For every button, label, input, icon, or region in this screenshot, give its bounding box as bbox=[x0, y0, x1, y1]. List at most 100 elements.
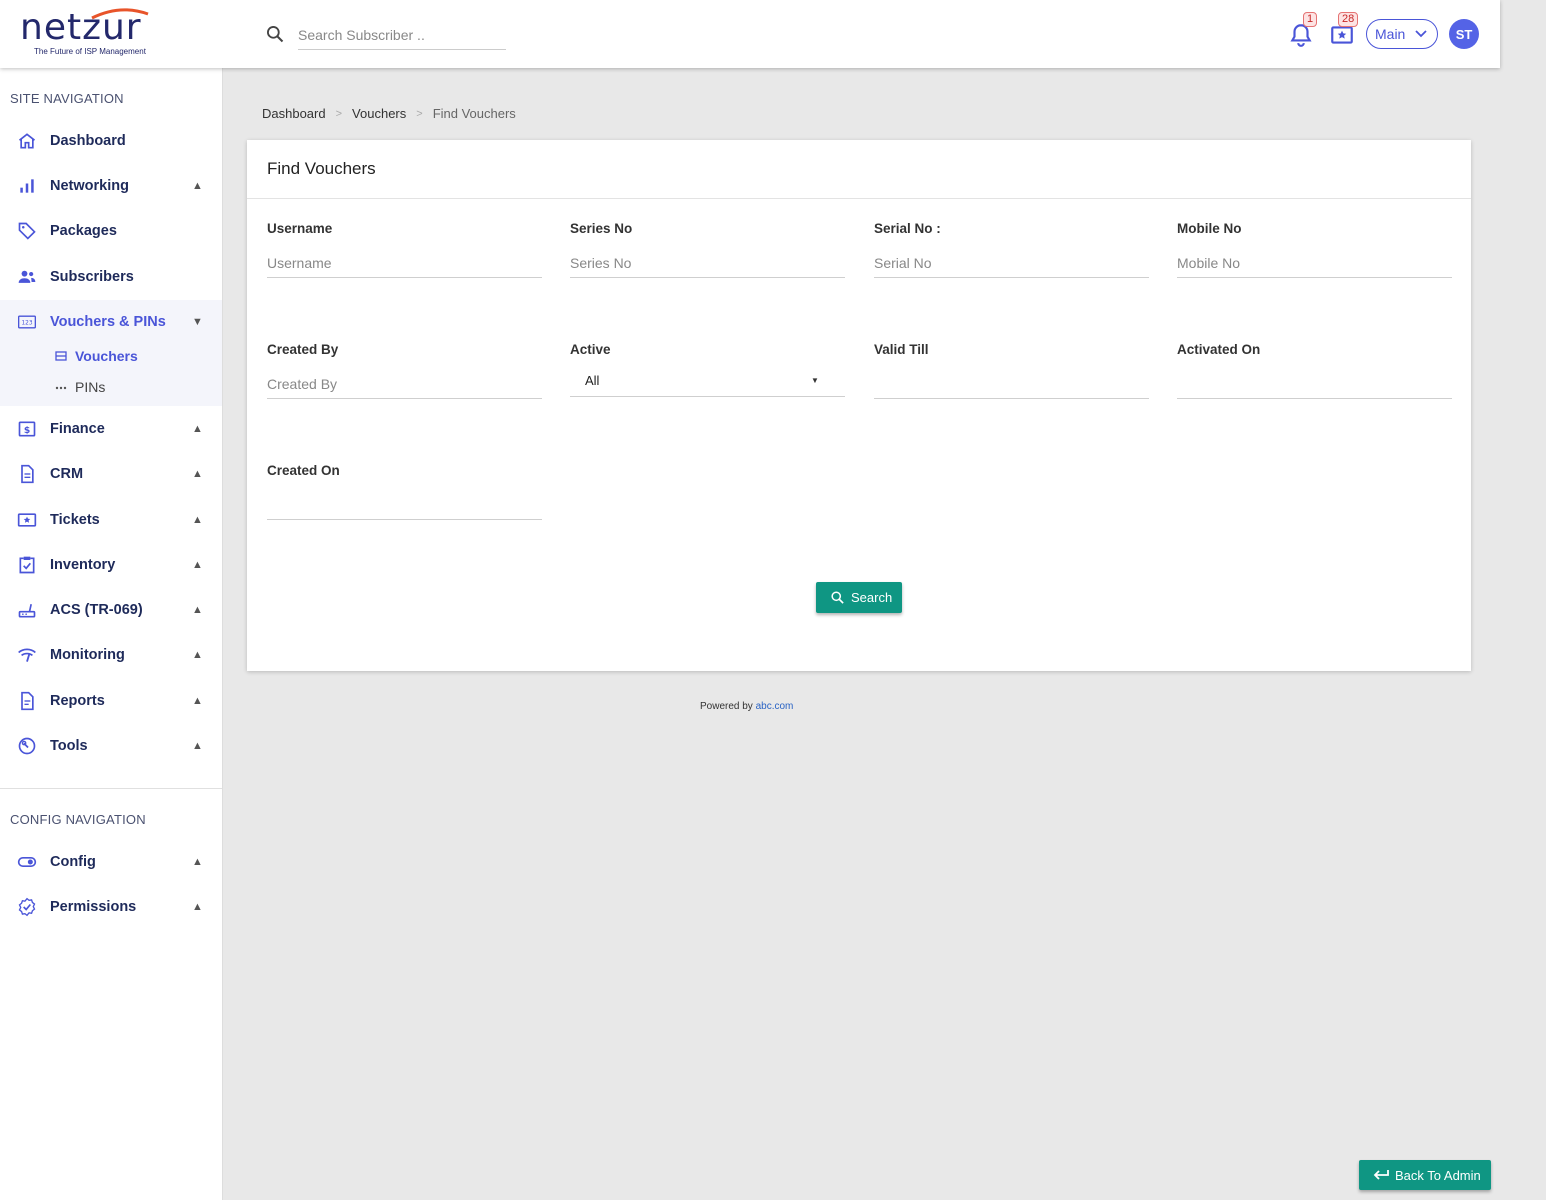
created-by-input[interactable] bbox=[267, 369, 542, 399]
search-icon bbox=[831, 591, 844, 604]
sidebar-item-label: CRM bbox=[50, 466, 84, 482]
sidebar-item-tools[interactable]: Tools ▲ bbox=[0, 726, 222, 766]
user-avatar[interactable]: ST bbox=[1449, 19, 1479, 49]
breadcrumb-separator: > bbox=[335, 108, 343, 120]
breadcrumb-vouchers[interactable]: Vouchers bbox=[352, 106, 406, 122]
sidebar-item-packages[interactable]: Packages bbox=[0, 211, 222, 251]
caret-down-icon: ▼ bbox=[192, 316, 203, 328]
caret-up-icon: ▲ bbox=[192, 856, 203, 868]
bar-chart-icon bbox=[20, 179, 34, 193]
caret-up-icon: ▲ bbox=[192, 468, 203, 480]
sidebar-item-label: Inventory bbox=[50, 557, 116, 573]
created-on-label: Created On bbox=[267, 463, 340, 478]
sidebar-item-finance[interactable]: $ Finance ▲ bbox=[0, 409, 222, 449]
caret-up-icon: ▲ bbox=[192, 649, 203, 661]
badge-check-icon bbox=[18, 897, 36, 917]
breadcrumb-separator: > bbox=[416, 108, 423, 120]
powered-by-text: Powered by bbox=[700, 701, 753, 712]
serial-field: Serial No : bbox=[874, 221, 1149, 278]
vouchers-pins-group: 123 Vouchers & PINs ▼ Vouchers PINs bbox=[0, 300, 222, 406]
created-on-field: Created On bbox=[267, 463, 542, 520]
search-button[interactable]: Search bbox=[816, 582, 902, 613]
sidebar-item-label: Packages bbox=[50, 223, 117, 239]
return-arrow-icon bbox=[1373, 1170, 1389, 1180]
dollar-icon: $ bbox=[18, 421, 36, 437]
active-select[interactable]: All ▼ bbox=[570, 367, 845, 397]
powered-by-link[interactable]: abc.com bbox=[756, 701, 794, 712]
username-field: Username bbox=[267, 221, 542, 278]
sidebar-item-config[interactable]: Config ▲ bbox=[0, 842, 222, 882]
sidebar-item-label: ACS (TR-069) bbox=[50, 602, 143, 618]
clipboard-check-icon bbox=[19, 556, 35, 574]
subscriber-search-input[interactable] bbox=[298, 20, 506, 50]
sidebar-item-vouchers-pins[interactable]: 123 Vouchers & PINs ▼ bbox=[0, 302, 222, 342]
mobile-label: Mobile No bbox=[1177, 221, 1242, 236]
sidebar-item-label: Vouchers & PINs bbox=[50, 314, 166, 330]
notification-count-badge: 1 bbox=[1303, 12, 1318, 27]
search-button-label: Search bbox=[851, 590, 893, 605]
activated-on-label: Activated On bbox=[1177, 342, 1261, 357]
sidebar-item-label: Networking bbox=[50, 178, 129, 194]
sidebar-item-acs[interactable]: ACS (TR-069) ▲ bbox=[0, 590, 222, 630]
svg-text:$: $ bbox=[24, 425, 30, 436]
tag-icon bbox=[18, 222, 36, 240]
sidebar-item-dashboard[interactable]: Dashboard bbox=[0, 121, 222, 161]
sidebar-item-crm[interactable]: CRM ▲ bbox=[0, 454, 222, 494]
mobile-input[interactable] bbox=[1177, 248, 1452, 278]
chevron-down-icon bbox=[1415, 30, 1427, 38]
home-icon bbox=[18, 133, 36, 149]
sidebar-subitem-pins[interactable]: PINs bbox=[0, 374, 222, 400]
sidebar-item-inventory[interactable]: Inventory ▲ bbox=[0, 545, 222, 585]
sidebar-subitem-vouchers[interactable]: Vouchers bbox=[0, 343, 222, 369]
active-select-value: All bbox=[585, 373, 600, 388]
sidebar-item-label: Tickets bbox=[50, 512, 100, 528]
ticket-count-badge: 28 bbox=[1338, 12, 1359, 27]
sidebar-item-label: Tools bbox=[50, 738, 88, 754]
search-icon[interactable] bbox=[265, 24, 285, 44]
back-to-admin-label: Back To Admin bbox=[1395, 1167, 1481, 1183]
logo[interactable]: netzur The Future of ISP Management bbox=[20, 8, 160, 60]
breadcrumb-current: Find Vouchers bbox=[432, 106, 516, 121]
sidebar-item-permissions[interactable]: Permissions ▲ bbox=[0, 887, 222, 927]
site-navigation-title: SITE NAVIGATION bbox=[10, 91, 124, 106]
sidebar-item-subscribers[interactable]: Subscribers bbox=[0, 257, 222, 297]
sidebar-item-reports[interactable]: Reports ▲ bbox=[0, 681, 222, 721]
valid-till-input[interactable] bbox=[874, 369, 1149, 399]
ticket-icon bbox=[17, 513, 37, 527]
sidebar-item-monitoring[interactable]: Monitoring ▲ bbox=[0, 635, 222, 675]
report-icon bbox=[21, 691, 34, 711]
svg-text:123: 123 bbox=[21, 321, 32, 327]
caret-up-icon: ▲ bbox=[192, 604, 203, 616]
caret-up-icon: ▲ bbox=[192, 559, 203, 571]
valid-till-label: Valid Till bbox=[874, 342, 929, 357]
document-icon bbox=[21, 464, 34, 484]
sidebar-item-label: Permissions bbox=[50, 899, 137, 915]
sidebar-item-label: Config bbox=[50, 854, 96, 870]
created-on-input[interactable] bbox=[267, 490, 542, 520]
breadcrumb-dashboard[interactable]: Dashboard bbox=[262, 106, 326, 122]
series-label: Series No bbox=[570, 221, 633, 236]
caret-up-icon: ▲ bbox=[192, 695, 203, 707]
sidebar-item-networking[interactable]: Networking ▲ bbox=[0, 166, 222, 206]
activated-on-input[interactable] bbox=[1177, 369, 1452, 399]
dots-icon bbox=[55, 386, 67, 390]
sidebar-divider bbox=[0, 788, 222, 789]
toggle-icon bbox=[17, 857, 37, 867]
caret-up-icon: ▲ bbox=[192, 740, 203, 752]
router-icon bbox=[18, 603, 36, 618]
breadcrumb: Dashboard > Vouchers > Find Vouchers bbox=[262, 106, 516, 122]
caret-up-icon: ▲ bbox=[192, 514, 203, 526]
sidebar-item-label: Finance bbox=[50, 421, 105, 437]
back-to-admin-button[interactable]: Back To Admin bbox=[1359, 1160, 1491, 1190]
dropdown-arrow-icon: ▼ bbox=[811, 376, 819, 385]
username-input[interactable] bbox=[267, 248, 542, 278]
logo-swoosh-icon bbox=[91, 8, 149, 20]
sidebar-item-tickets[interactable]: Tickets ▲ bbox=[0, 500, 222, 540]
main-select-dropdown[interactable]: Main bbox=[1366, 19, 1438, 49]
serial-input[interactable] bbox=[874, 248, 1149, 278]
wrench-icon bbox=[18, 737, 36, 755]
series-field: Series No bbox=[570, 221, 845, 278]
top-header: netzur The Future of ISP Management 1 28… bbox=[0, 0, 1500, 68]
series-input[interactable] bbox=[570, 248, 845, 278]
username-label: Username bbox=[267, 221, 333, 236]
